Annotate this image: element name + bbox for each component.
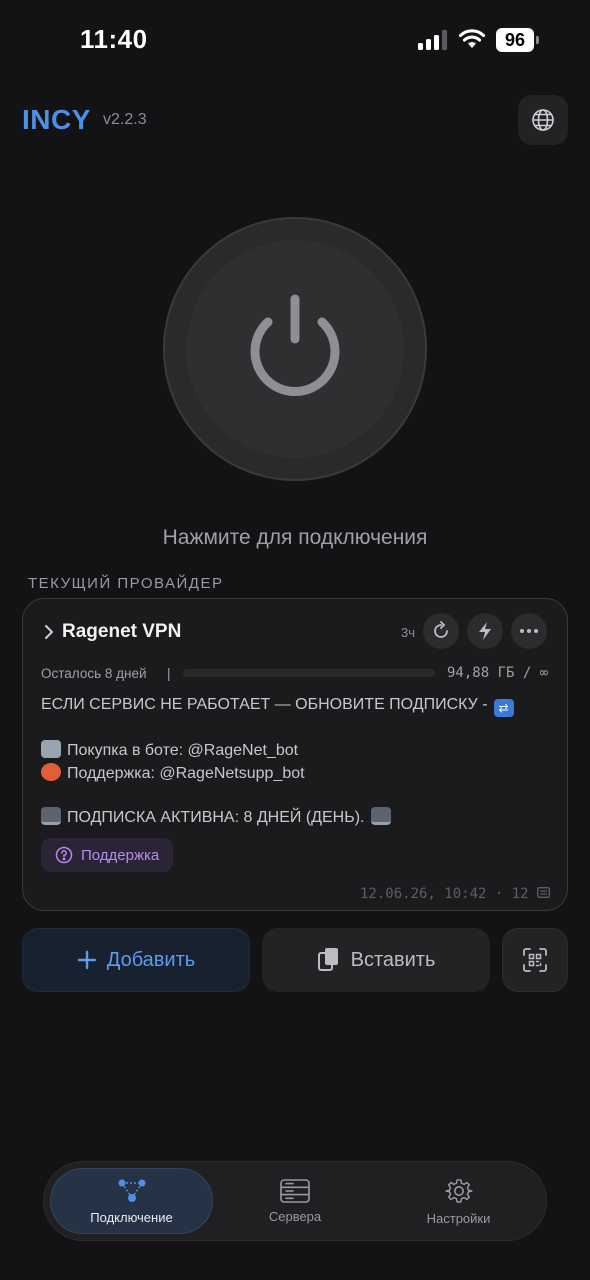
laptop-emoji-icon: [370, 807, 391, 825]
app-brand: INCY: [22, 104, 91, 135]
traffic-progress-bar: [183, 669, 435, 677]
nodes-icon: [118, 1179, 145, 1202]
footer-text: 12.06.26, 10:42 · 12: [360, 886, 529, 902]
support-text: Поддержка: @RageNetsupp_bot: [67, 765, 305, 782]
add-button[interactable]: Добавить: [22, 928, 250, 992]
plus-icon: [77, 950, 96, 970]
tab-label-servers: Сервера: [268, 1208, 322, 1224]
add-label: Добавить: [106, 948, 196, 971]
battery-tip: [536, 36, 539, 44]
power-icon: [250, 294, 340, 396]
tab-label-connection: Подключение: [90, 1209, 173, 1225]
wifi-icon: [458, 29, 486, 48]
more-options-button[interactable]: [511, 613, 547, 649]
globe-icon: [532, 109, 554, 131]
update-age: 3ч: [401, 625, 416, 640]
power-button-inner: [186, 240, 404, 458]
tab-connection[interactable]: Подключение: [50, 1168, 213, 1234]
traffic-usage: 94,88 ГБ / ∞: [447, 665, 549, 681]
list-icon: [537, 887, 550, 898]
bot-text: Покупка в боте: @RageNet_bot: [67, 742, 299, 759]
bot-line: Покупка в боте: @RageNet_bot: [41, 740, 298, 760]
support-label: Поддержка: [81, 846, 160, 864]
lightning-icon: [479, 622, 491, 640]
ping-button[interactable]: [467, 613, 503, 649]
app-version: v2.2.3: [103, 111, 147, 128]
tab-settings[interactable]: Настройки: [395, 1168, 522, 1234]
scan-qr-button[interactable]: [502, 928, 568, 992]
sync-emoji-icon: ⇄: [493, 699, 514, 717]
robot-emoji-icon: [41, 740, 61, 758]
support-line: Поддержка: @RageNetsupp_bot: [41, 763, 305, 783]
info-separator: |: [167, 666, 171, 681]
qr-scan-icon: [523, 948, 547, 972]
provider-footer: 12.06.26, 10:42 · 12: [360, 886, 550, 902]
support-button[interactable]: Поддержка: [41, 838, 174, 872]
days-remaining: Осталось 8 дней: [41, 666, 147, 681]
battery-level: 96: [496, 28, 534, 52]
refresh-button[interactable]: [423, 613, 459, 649]
server-icon: [280, 1178, 310, 1203]
subscription-line: ПОДПИСКА АКТИВНА: 8 ДНЕЙ (ДЕНЬ).: [41, 807, 391, 827]
paste-button[interactable]: Вставить: [262, 928, 490, 992]
more-icon: [520, 629, 538, 633]
lifebuoy-emoji-icon: [41, 763, 61, 781]
question-icon: [55, 846, 73, 864]
refresh-icon: [434, 621, 448, 638]
chevron-right-icon[interactable]: [42, 623, 56, 641]
provider-name[interactable]: Ragenet VPN: [62, 621, 181, 643]
gear-icon: [444, 1178, 473, 1203]
announcement-line: ЕСЛИ СЕРВИС НЕ РАБОТАЕТ — ОБНОВИТЕ ПОДПИ…: [41, 696, 520, 717]
laptop-emoji-icon: [41, 807, 61, 825]
connect-hint: Нажмите для подключения: [162, 526, 428, 549]
cellular-signal-icon: [418, 30, 447, 50]
connect-power-button[interactable]: [163, 217, 427, 481]
tab-servers[interactable]: Сервера: [230, 1168, 360, 1234]
status-time: 11:40: [80, 24, 148, 54]
paste-label: Вставить: [350, 948, 436, 971]
clipboard-icon: [317, 948, 338, 971]
language-button[interactable]: [518, 95, 568, 145]
announcement-text: ЕСЛИ СЕРВИС НЕ РАБОТАЕТ — ОБНОВИТЕ ПОДПИ…: [41, 696, 488, 713]
subscription-text: ПОДПИСКА АКТИВНА: 8 ДНЕЙ (ДЕНЬ).: [67, 809, 365, 826]
battery-indicator: 96: [496, 28, 542, 52]
section-title-provider: ТЕКУЩИЙ ПРОВАЙДЕР: [28, 575, 224, 592]
tab-label-settings: Настройки: [426, 1210, 491, 1226]
